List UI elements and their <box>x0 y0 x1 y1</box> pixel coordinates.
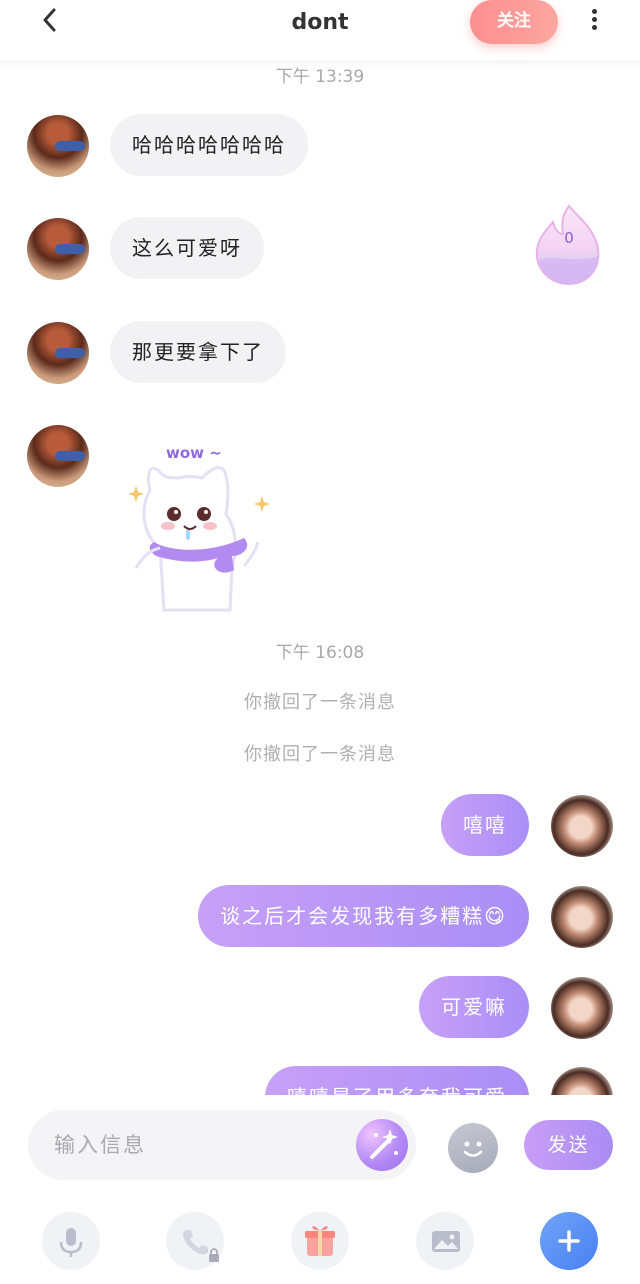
outgoing-message[interactable]: 谈之后才会发现我有多糟糕😋 <box>198 885 529 947</box>
magic-wand-icon <box>370 1129 398 1159</box>
message-input[interactable] <box>54 1110 354 1180</box>
outgoing-message[interactable]: 嘻嘻 <box>441 794 529 856</box>
user-avatar[interactable] <box>551 977 613 1039</box>
smile-icon <box>463 1141 483 1157</box>
sticker-message[interactable]: wow ~ <box>120 438 280 612</box>
user-avatar[interactable] <box>551 1067 613 1095</box>
chat-header: dont 关注 <box>0 0 640 60</box>
more-vertical-icon <box>591 9 597 14</box>
bunny-sticker-image <box>128 466 270 612</box>
incoming-message[interactable]: 哈哈哈哈哈哈哈 <box>110 114 308 176</box>
recall-notice: 你撤回了一条消息 <box>244 744 396 765</box>
timestamp: 下午 16:08 <box>275 643 365 663</box>
follow-button[interactable]: 关注 <box>470 0 558 44</box>
microphone-icon <box>59 1228 83 1257</box>
user-avatar[interactable] <box>551 886 613 948</box>
send-button[interactable]: 发送 <box>524 1120 613 1170</box>
gift-button[interactable] <box>291 1212 349 1270</box>
lock-icon <box>209 1254 219 1262</box>
composer: 发送 <box>0 1095 640 1284</box>
call-button[interactable] <box>166 1212 224 1270</box>
timestamp: 下午 13:39 <box>275 67 365 87</box>
gift-icon <box>305 1225 335 1256</box>
contact-avatar[interactable] <box>27 115 89 177</box>
image-icon <box>432 1231 460 1252</box>
incoming-message[interactable]: 那更要拿下了 <box>110 321 286 383</box>
sticker-caption: wow ~ <box>166 444 222 462</box>
plus-icon <box>558 1230 580 1252</box>
phone-icon <box>183 1230 219 1262</box>
emoji-button[interactable] <box>448 1123 498 1173</box>
more-options-button[interactable] <box>584 6 604 36</box>
magic-button[interactable] <box>356 1119 408 1171</box>
user-avatar[interactable] <box>551 795 613 857</box>
voice-button[interactable] <box>42 1212 100 1270</box>
message-input-container[interactable] <box>28 1110 416 1180</box>
recall-notice: 你撤回了一条消息 <box>244 692 396 713</box>
incoming-message[interactable]: 这么可爱呀 <box>110 217 264 279</box>
image-button[interactable] <box>416 1212 474 1270</box>
fire-count: 0 <box>564 229 574 247</box>
outgoing-message[interactable]: 可爱嘛 <box>419 976 529 1038</box>
more-actions-button[interactable] <box>540 1212 598 1270</box>
message-list[interactable]: 下午 13:39 哈哈哈哈哈哈哈 这么可爱呀 0 那更要拿下了 wow ~ 下午… <box>0 60 640 1095</box>
contact-avatar[interactable] <box>27 425 89 487</box>
contact-avatar[interactable] <box>27 322 89 384</box>
outgoing-message[interactable]: 嘻嘻是了用多夸我可爱 <box>265 1066 529 1095</box>
contact-avatar[interactable] <box>27 218 89 280</box>
intimacy-fire-badge[interactable]: 0 <box>533 204 605 288</box>
